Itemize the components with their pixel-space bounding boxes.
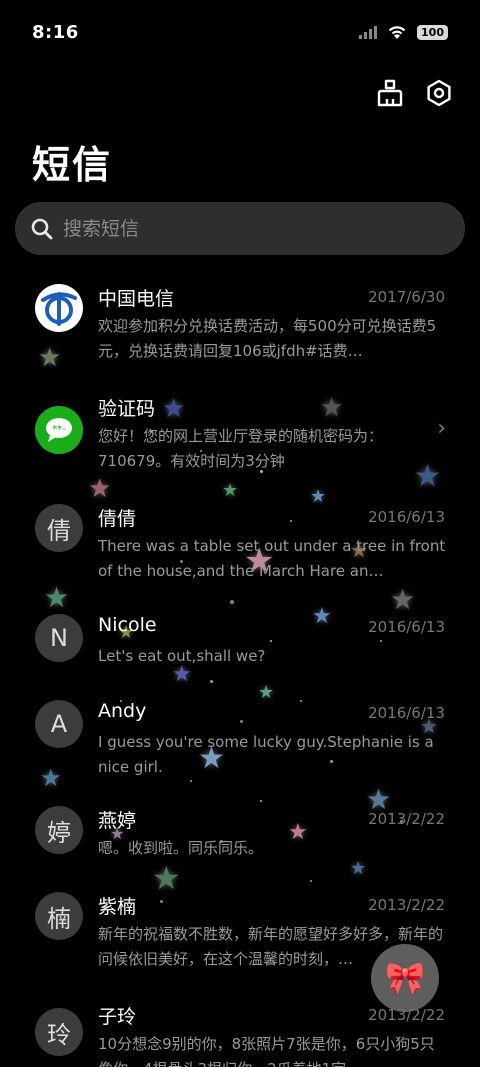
avatar: 楠 [35, 892, 83, 940]
conversation-preview: 10分想念9别的你，8张照片7张是你，6只小狗5只像你，4根骨头3根归你，2爪着… [98, 1035, 435, 1067]
search-bar[interactable] [15, 202, 465, 255]
signal-icon [359, 26, 378, 39]
conversation-name: 子玲 [98, 1006, 137, 1028]
bow-icon: 🎀 [385, 959, 425, 997]
conversation-preview: There was a table set out under a tree i… [98, 537, 446, 580]
avatar: 玲 [35, 1008, 83, 1056]
top-actions [376, 78, 454, 108]
conversation-preview: 您好！您的网上营业厅登录的随机密码为：710679。有效时间为3分钟 [98, 427, 384, 470]
conversation-date: 2017/6/30 [368, 288, 445, 306]
conversation-date: 2013/2/22 [368, 810, 445, 828]
conversation-preview: I guess you're some lucky guy.Stephanie … [98, 733, 434, 776]
floating-bow-button[interactable]: 🎀 [371, 944, 439, 1012]
broom-icon [377, 79, 403, 107]
conversation-name: 倩倩 [98, 508, 137, 530]
conversation-item[interactable]: 婷 燕婷 2013/2/22 嗯。收到啦。同乐同乐。 [0, 806, 480, 886]
status-bar: 8:16 100 [0, 0, 480, 66]
conversation-name: 紫楠 [98, 896, 137, 918]
search-icon [31, 218, 53, 239]
avatar: A [35, 700, 83, 748]
conversation-name: 燕婷 [98, 810, 137, 832]
china-telecom-logo [36, 285, 82, 331]
message-bubble-icon: **- [35, 406, 83, 454]
settings-button[interactable] [424, 78, 454, 108]
conversation-item[interactable]: A Andy 2016/6/13 I guess you're some luc… [0, 700, 480, 800]
wifi-icon [388, 26, 406, 39]
avatar: 倩 [35, 504, 83, 552]
conversation-preview: Let's eat out,shall we? [98, 647, 266, 665]
conversation-item[interactable]: **- 验证码 您好！您的网上营业厅登录的随机密码为：710679。有效时间为3… [0, 394, 480, 494]
conversation-date: 2013/2/22 [368, 896, 445, 914]
conversation-name: 中国电信 [98, 288, 175, 310]
chevron-right-icon: › [437, 416, 446, 441]
avatar: **- [35, 406, 83, 454]
conversation-name: 验证码 [98, 398, 156, 420]
svg-text:**-: **- [52, 424, 66, 435]
avatar: N [35, 614, 83, 662]
gear-icon [427, 79, 451, 107]
status-time: 8:16 [32, 22, 79, 43]
page-title: 短信 [32, 143, 113, 187]
conversation-item[interactable]: 中国电信 2017/6/30 欢迎参加积分兑换话费活动，每500分可兑换话费5元… [0, 284, 480, 384]
conversation-date: 2016/6/13 [368, 704, 445, 722]
search-input[interactable] [63, 217, 423, 240]
avatar [35, 284, 83, 332]
conversation-date: 2016/6/13 [368, 508, 445, 526]
clean-button[interactable] [376, 78, 406, 108]
battery-indicator: 100 [417, 24, 448, 40]
conversation-item[interactable]: N Nicole 2016/6/13 Let's eat out,shall w… [0, 614, 480, 694]
status-icons: 100 [359, 24, 448, 40]
conversation-preview: 嗯。收到啦。同乐同乐。 [98, 839, 264, 857]
conversation-date: 2016/6/13 [368, 618, 445, 636]
conversation-name: Andy [98, 700, 147, 722]
conversation-name: Nicole [98, 614, 157, 636]
avatar: 婷 [35, 806, 83, 854]
conversation-preview: 欢迎参加积分兑换话费活动，每500分可兑换话费5元，兑换话费请回复106或jfd… [98, 317, 437, 360]
conversation-item[interactable]: 倩 倩倩 2016/6/13 There was a table set out… [0, 504, 480, 604]
